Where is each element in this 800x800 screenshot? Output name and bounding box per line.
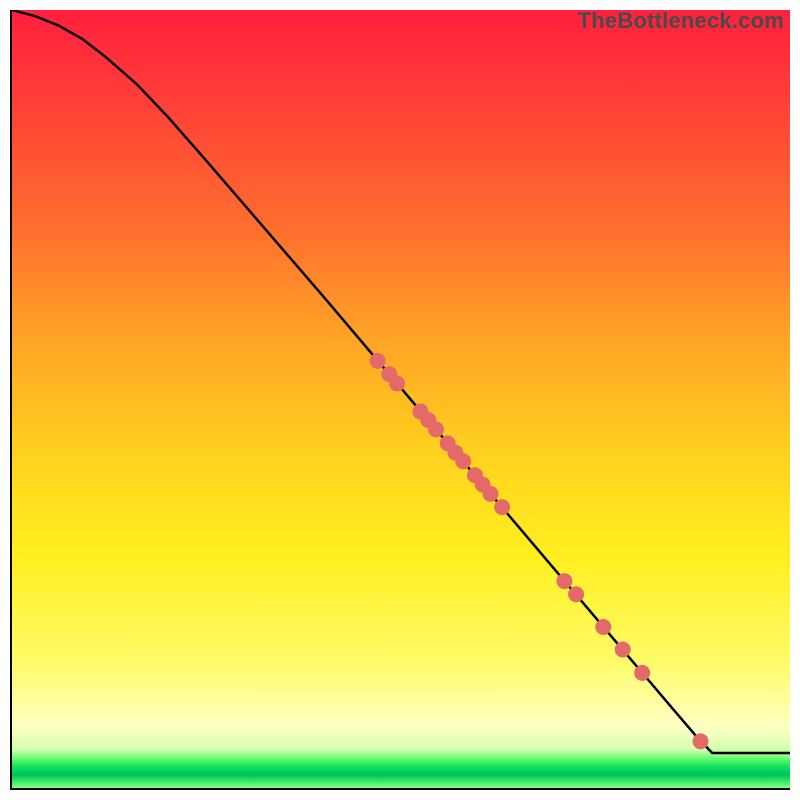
data-point — [634, 665, 650, 681]
plot-area: TheBottleneck.com — [10, 10, 790, 790]
bottleneck-chart: TheBottleneck.com — [0, 0, 800, 800]
data-point — [494, 499, 510, 515]
data-point — [568, 586, 584, 602]
data-point — [455, 453, 471, 469]
data-point — [615, 642, 631, 658]
data-point — [595, 619, 611, 635]
watermark-text: TheBottleneck.com — [578, 8, 784, 34]
data-point — [556, 573, 572, 589]
data-point — [428, 421, 444, 437]
data-point — [370, 353, 386, 369]
data-point — [389, 375, 405, 391]
chart-svg-layer — [12, 10, 790, 788]
data-point — [482, 486, 498, 502]
data-point — [693, 733, 709, 749]
